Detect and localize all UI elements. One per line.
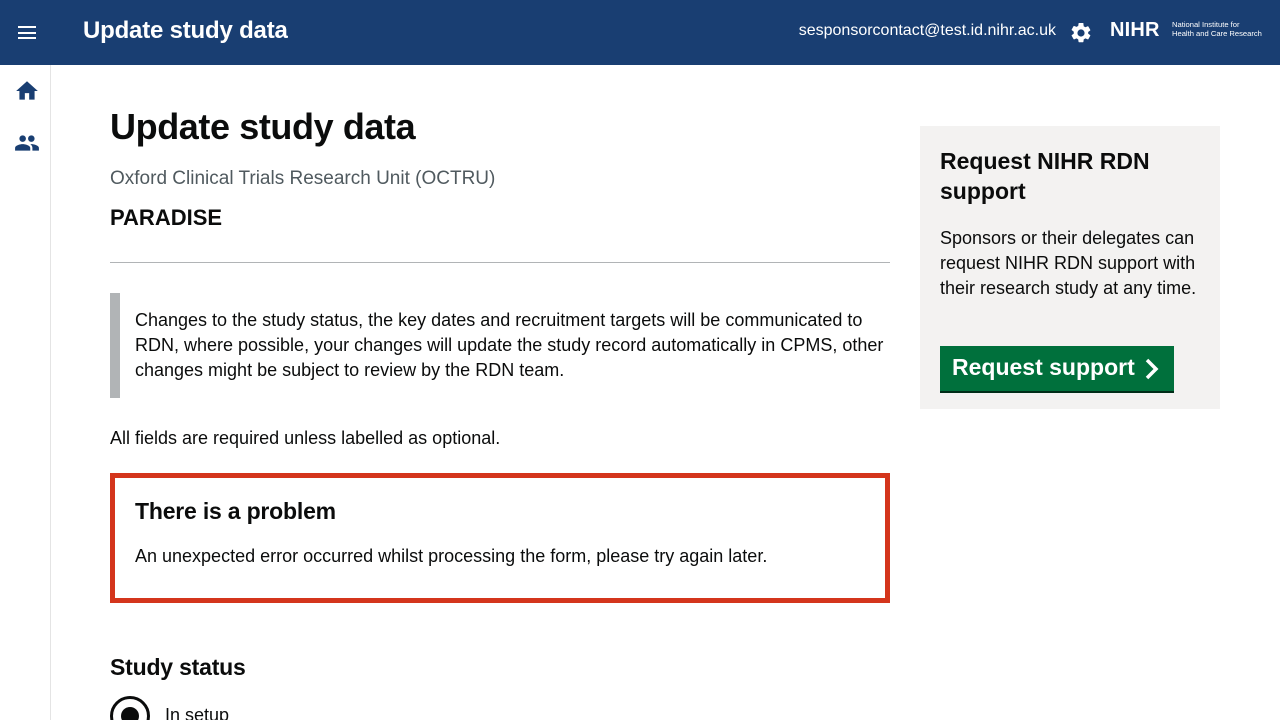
request-support-card: Request NIHR RDN support Sponsors or the… — [920, 126, 1220, 409]
study-short-name: PARADISE — [110, 205, 223, 230]
support-card-title: Request NIHR RDN support — [940, 148, 1150, 204]
home-icon[interactable] — [14, 78, 40, 104]
support-card-text: Sponsors or their delegates can request … — [940, 228, 1197, 298]
radio-selected-dot — [121, 707, 139, 720]
page-title: Update study data — [110, 106, 416, 147]
nihr-logo[interactable]: NIHR National Institute for Health and C… — [1110, 19, 1270, 45]
radio-option-in-setup[interactable]: In setup — [110, 696, 410, 720]
inset-text: Changes to the study status, the key dat… — [110, 293, 890, 398]
app-title[interactable]: Update study data — [83, 17, 288, 45]
logo-mark: NIHR — [1110, 19, 1160, 41]
people-icon[interactable] — [14, 130, 40, 156]
required-fields-note: All fields are required unless labelled … — [110, 428, 501, 448]
error-summary: There is a problem An unexpected error o… — [110, 473, 890, 603]
error-summary-message: An unexpected error occurred whilst proc… — [135, 546, 768, 566]
menu-icon[interactable] — [14, 20, 40, 46]
error-summary-title: There is a problem — [135, 498, 336, 524]
request-support-button[interactable]: Request support — [940, 346, 1174, 391]
user-email: sesponsorcontact@test.id.nihr.ac.uk — [798, 22, 1056, 39]
top-header: Update study data sesponsorcontact@test.… — [0, 0, 1280, 65]
request-support-label: Request support — [952, 354, 1135, 380]
chevron-right-icon — [1145, 358, 1159, 380]
gear-icon[interactable] — [1069, 21, 1093, 45]
section-divider — [110, 262, 890, 263]
study-status-heading: Study status — [110, 654, 246, 680]
organisation-name: Oxford Clinical Trials Research Unit (OC… — [110, 168, 496, 189]
side-navigation — [0, 65, 51, 720]
radio-label[interactable]: In setup — [165, 705, 229, 720]
logo-subtitle: National Institute for Health and Care R… — [1172, 20, 1262, 38]
radio-button[interactable] — [110, 696, 150, 720]
